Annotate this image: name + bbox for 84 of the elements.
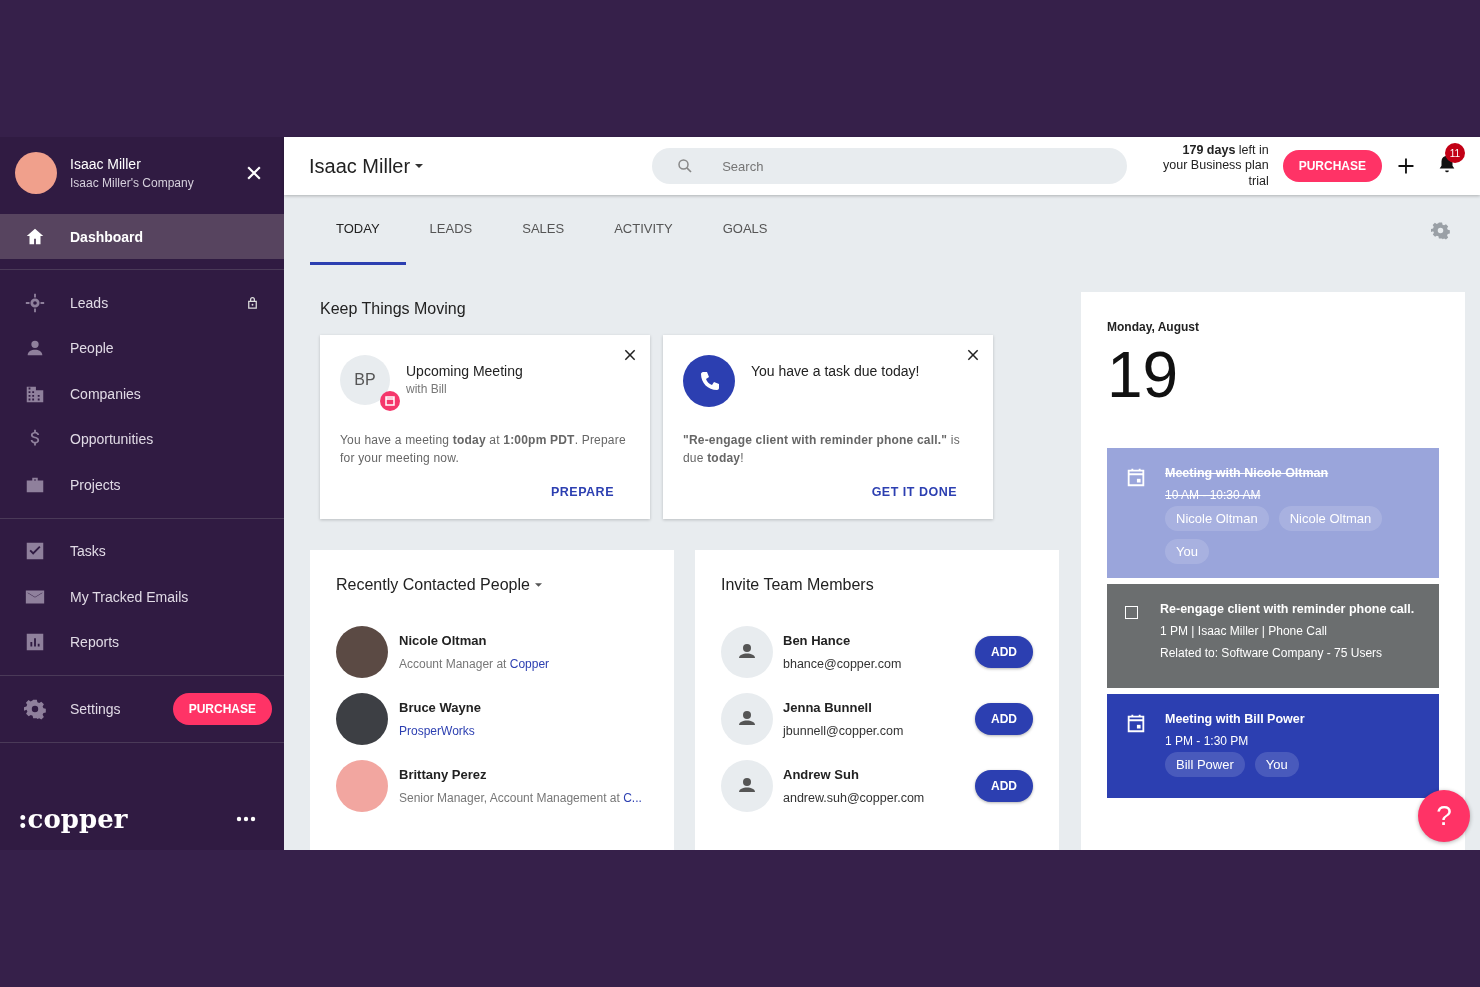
member-name: Andrew Suh [783, 766, 860, 782]
member-name: Jenna Bunnell [783, 699, 873, 715]
phone-icon [683, 355, 735, 407]
sidebar-item[interactable]: People [0, 325, 284, 371]
person-name[interactable]: Brittany Perez [399, 766, 642, 782]
agenda-event[interactable]: Re-engage client with reminder phone call. 1 PM | Isaac Miller | Phone Call Related to: Software Company - 75 Users [1107, 584, 1439, 688]
member-email: bhance@copper.com [783, 656, 903, 671]
member-email: andrew.suh@copper.com [783, 790, 926, 805]
event-time: 10 AM - 10:30 AM [1165, 488, 1262, 502]
sidebar-item[interactable]: Settings PURCHASE [0, 686, 284, 732]
more-icon[interactable] [236, 816, 256, 822]
tab[interactable]: TODAY [310, 195, 406, 265]
event-title: Meeting with Nicole Oltman [1165, 466, 1330, 480]
event-detail: Related to: Software Company - 75 Users [1160, 646, 1384, 660]
purchase-button[interactable]: PURCHASE [172, 692, 272, 725]
calendar-icon [1125, 712, 1147, 734]
sidebar-item[interactable]: My Tracked Emails [0, 574, 284, 620]
attendee-chip[interactable]: Bill Power [1165, 752, 1245, 777]
action-button[interactable]: PREPARE [551, 485, 614, 499]
tab[interactable]: GOALS [696, 195, 794, 265]
sidebar-item[interactable]: Leads [0, 280, 284, 326]
company-link[interactable]: Copper [509, 656, 550, 671]
member-email: jbunnell@copper.com [783, 723, 905, 738]
sidebar-item[interactable]: Reports [0, 619, 284, 665]
card-title: Upcoming Meeting [406, 363, 523, 379]
card-title[interactable]: Recently Contacted People [336, 576, 530, 594]
card-message: "Re-engage client with reminder phone call." is due today! [683, 432, 961, 467]
account-dropdown[interactable]: Isaac Miller [309, 154, 411, 178]
person-avatar-icon [721, 759, 773, 812]
tab[interactable]: ACTIVITY [588, 195, 699, 265]
add-button[interactable]: ADD [975, 635, 1033, 668]
photo-placeholder [336, 759, 388, 812]
event-title: Meeting with Bill Power [1165, 712, 1306, 726]
close-icon[interactable] [623, 348, 637, 362]
event-detail: 1 PM | Isaac Miller | Phone Call [1160, 624, 1328, 638]
card-title: Invite Team Members [721, 576, 875, 594]
sidebar-item[interactable]: Projects [0, 462, 284, 508]
tab[interactable]: SALES [496, 195, 591, 265]
attendee-chip[interactable]: You [1254, 752, 1299, 777]
person-role: Senior Manager, Account Management at C... [399, 790, 642, 805]
user-name: Isaac Miller [70, 156, 142, 172]
photo-placeholder [336, 692, 388, 745]
sidebar-item[interactable]: Dashboard [0, 214, 284, 259]
member-name: Ben Hance [783, 632, 852, 648]
trial-notice: 179 days left in your Business plan trial [1162, 142, 1269, 190]
sidebar-item[interactable]: Companies [0, 371, 284, 417]
sidebar-item[interactable]: Tasks [0, 528, 284, 574]
action-button[interactable]: GET IT DONE [871, 485, 957, 499]
event-time: 1 PM - 1:30 PM [1165, 734, 1250, 748]
date-label: Monday, August [1107, 320, 1200, 334]
tab[interactable]: LEADS [403, 195, 499, 265]
person-name[interactable]: Bruce Wayne [399, 699, 481, 715]
card-message: You have a meeting today at 1:00pm PDT. Prepare for your meeting now. [340, 432, 627, 467]
checkbox[interactable] [1125, 606, 1138, 619]
settings-icon [24, 697, 46, 720]
avatar-photo [15, 152, 57, 194]
card-subtitle: with Bill [406, 382, 448, 396]
target-icon [24, 291, 46, 314]
close-icon[interactable] [966, 348, 980, 362]
calendar-icon [380, 391, 400, 411]
person-name[interactable]: Nicole Oltman [399, 632, 550, 648]
company-name: Isaac Miller's Company [70, 176, 195, 190]
logo: :copper [18, 804, 128, 834]
calendar-icon [1125, 466, 1147, 488]
person-avatar-icon [721, 625, 773, 678]
event-title: Re-engage client with reminder phone call. [1160, 602, 1416, 616]
agenda-event[interactable]: Meeting with Bill Power 1 PM - 1:30 PM Bill Power You [1107, 694, 1439, 798]
person-role: Account Manager at Copper [399, 656, 550, 671]
card-title: You have a task due today! [751, 363, 920, 379]
caret-icon[interactable] [415, 164, 424, 168]
section-title: Keep Things Moving [320, 300, 467, 318]
search-field[interactable]: Search [652, 148, 1127, 184]
day-number: 19 [1107, 338, 1180, 413]
company-link[interactable]: ProsperWorks [399, 723, 475, 738]
purchase-button[interactable]: PURCHASE [1282, 150, 1383, 182]
photo-placeholder [336, 625, 388, 678]
person-avatar-icon [721, 692, 773, 745]
company-link[interactable]: C... [623, 790, 642, 805]
caret-icon[interactable] [534, 583, 542, 587]
plus-icon[interactable] [1396, 156, 1416, 176]
add-button[interactable]: ADD [975, 769, 1033, 802]
sidebar-item[interactable]: Opportunities [0, 416, 284, 462]
notification-badge: 11 [1445, 143, 1465, 163]
add-button[interactable]: ADD [975, 702, 1033, 735]
